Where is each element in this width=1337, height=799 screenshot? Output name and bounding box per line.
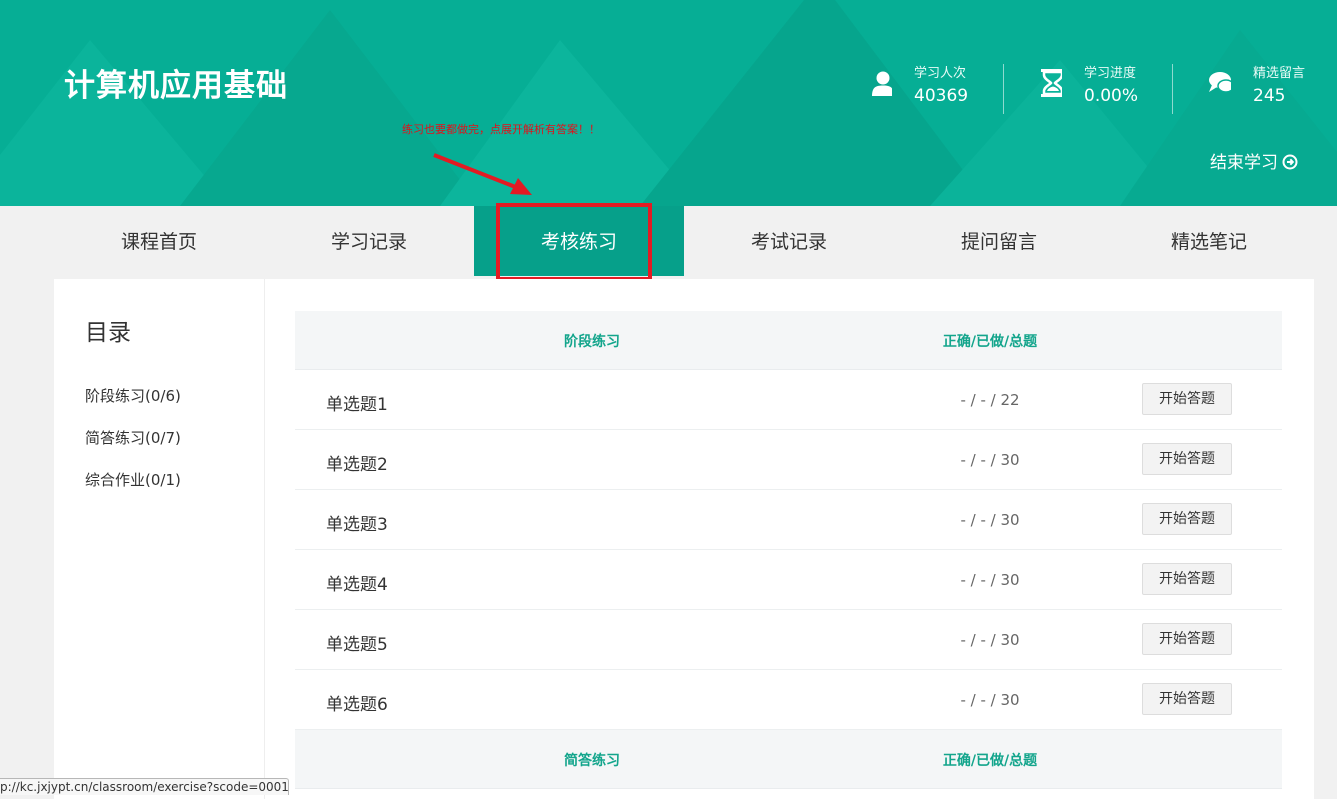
table-row: 单选题6 - / - / 30 开始答题 bbox=[295, 670, 1282, 730]
catalog-item-stage-exercises[interactable]: 阶段练习(0/6) bbox=[85, 385, 181, 406]
exercise-panel: 目录 阶段练习(0/6) 简答练习(0/7) 综合作业(0/1) 阶段练习 正确… bbox=[54, 279, 1314, 799]
table-row: 单选题4 - / - / 30 开始答题 bbox=[295, 550, 1282, 610]
tab-course-home[interactable]: 课程首页 bbox=[54, 206, 264, 276]
column-header-score: 正确/已做/总题 bbox=[942, 334, 1038, 350]
course-title: 计算机应用基础 bbox=[64, 68, 288, 104]
column-header-name: 阶段练习 bbox=[564, 334, 620, 350]
course-nav: 课程首页 学习记录 考核练习 考试记录 提问留言 精选笔记 bbox=[54, 206, 1314, 276]
start-answering-button[interactable]: 开始答题 bbox=[1142, 563, 1232, 595]
annotation-highlight-box bbox=[496, 203, 652, 281]
chat-bubble-icon bbox=[1209, 72, 1231, 93]
exercise-score: - / - / 30 bbox=[960, 451, 1020, 469]
annotation-arrow-icon bbox=[433, 153, 532, 195]
end-study-link[interactable]: 结束学习 bbox=[1210, 148, 1298, 173]
tab-study-records[interactable]: 学习记录 bbox=[264, 206, 474, 276]
section-header-stage-exercises: 阶段练习 正确/已做/总题 bbox=[295, 311, 1282, 370]
table-row: 单选题1 - / - / 22 开始答题 bbox=[295, 370, 1282, 430]
catalog-sidebar: 目录 阶段练习(0/6) 简答练习(0/7) 综合作业(0/1) bbox=[54, 279, 265, 799]
start-answering-button[interactable]: 开始答题 bbox=[1142, 623, 1232, 655]
catalog-title: 目录 bbox=[85, 320, 131, 346]
exercise-name: 单选题4 bbox=[326, 575, 388, 595]
start-answering-button[interactable]: 开始答题 bbox=[1142, 503, 1232, 535]
catalog-item-short-answer-exercises[interactable]: 简答练习(0/7) bbox=[85, 427, 181, 448]
table-row: 单选题3 - / - / 30 开始答题 bbox=[295, 490, 1282, 550]
arrow-circle-right-icon bbox=[1282, 154, 1298, 170]
column-header-name: 简答练习 bbox=[564, 753, 620, 769]
end-study-label: 结束学习 bbox=[1210, 153, 1278, 173]
column-header-score: 正确/已做/总题 bbox=[942, 753, 1038, 769]
exercise-score: - / - / 30 bbox=[960, 691, 1020, 709]
stat-label: 精选留言 bbox=[1253, 66, 1306, 81]
stat-divider bbox=[1003, 64, 1004, 114]
stat-divider bbox=[1172, 64, 1173, 114]
hourglass-icon bbox=[1041, 69, 1062, 97]
exercise-name: 单选题1 bbox=[326, 395, 388, 415]
table-row: 单选题2 - / - / 30 开始答题 bbox=[295, 430, 1282, 490]
section-header-short-answer-exercises: 简答练习 正确/已做/总题 bbox=[295, 730, 1282, 789]
tab-exam-records[interactable]: 考试记录 bbox=[684, 206, 894, 276]
start-answering-button[interactable]: 开始答题 bbox=[1142, 383, 1232, 415]
stat-value: 0.00% bbox=[1084, 86, 1139, 106]
exercise-score: - / - / 30 bbox=[960, 511, 1020, 529]
exercise-score: - / - / 30 bbox=[960, 631, 1020, 649]
exercise-score: - / - / 30 bbox=[960, 571, 1020, 589]
stat-label: 学习人次 bbox=[914, 66, 967, 81]
course-header: 计算机应用基础 学习人次 40369 学习进度 0.00% 精选留言 245 结… bbox=[0, 0, 1337, 206]
exercise-score: - / - / 22 bbox=[960, 391, 1020, 409]
start-answering-button[interactable]: 开始答题 bbox=[1142, 443, 1232, 475]
start-answering-button[interactable]: 开始答题 bbox=[1142, 683, 1232, 715]
tab-questions-comments[interactable]: 提问留言 bbox=[894, 206, 1104, 276]
catalog-item-comprehensive-assignment[interactable]: 综合作业(0/1) bbox=[85, 469, 181, 490]
exercise-name: 单选题3 bbox=[326, 515, 388, 535]
exercise-name: 单选题2 bbox=[326, 455, 388, 475]
stat-value: 40369 bbox=[914, 86, 969, 106]
table-row: 单选题5 - / - / 30 开始答题 bbox=[295, 610, 1282, 670]
stat-label: 学习进度 bbox=[1084, 66, 1137, 81]
exercise-name: 单选题6 bbox=[326, 695, 388, 715]
annotation-note: 练习也要都做完，点展开解析有答案！！ bbox=[402, 123, 600, 136]
tab-featured-notes[interactable]: 精选笔记 bbox=[1104, 206, 1314, 276]
exercise-name: 单选题5 bbox=[326, 635, 388, 655]
stat-value: 245 bbox=[1253, 86, 1286, 106]
user-icon bbox=[872, 71, 892, 96]
browser-status-bar: p://kc.jxjypt.cn/classroom/exercise?scod… bbox=[0, 778, 289, 795]
